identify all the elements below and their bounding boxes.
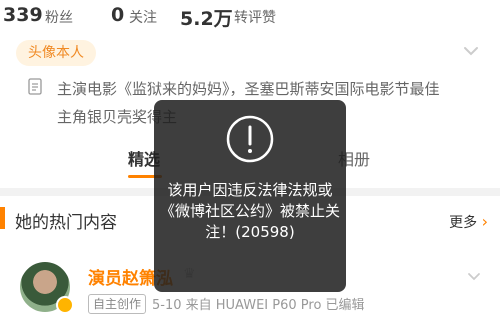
post-meta: 5-10 来自 HUAWEI P60 Pro 已编辑	[152, 298, 365, 313]
more-label: 更多	[449, 215, 478, 231]
error-toast: 该用户因违反法律法规或《微博社区公约》被禁止关注！(20598)	[154, 100, 346, 292]
verified-badge-icon	[56, 296, 74, 314]
engagement-label[interactable]: 转评赞	[234, 7, 276, 27]
section-accent-bar	[0, 207, 5, 229]
chevron-right-icon: ›	[481, 212, 488, 231]
following-count[interactable]: 0	[111, 4, 124, 26]
bio-line-1: 主演电影《监狱来的妈妈》，圣塞巴斯蒂安国际电影节最佳	[57, 80, 440, 98]
followers-label[interactable]: 粉丝	[45, 7, 73, 27]
profile-stats: 339 粉丝 0 关注 5.2万 转评赞	[0, 0, 500, 36]
more-link[interactable]: 更多 ›	[449, 212, 488, 232]
chevron-down-icon[interactable]	[466, 268, 482, 284]
original-content-tag: 自主创作	[88, 294, 147, 314]
error-message: 该用户因违反法律法规或《微博社区公约》被禁止关注！(20598)	[159, 181, 340, 241]
alert-circle-icon	[226, 115, 274, 163]
hot-content-title: 她的热门内容	[15, 213, 117, 233]
engagement-count[interactable]: 5.2万	[180, 4, 233, 31]
avatar-verified-badge[interactable]: 头像本人	[16, 40, 96, 66]
following-label[interactable]: 关注	[129, 7, 157, 27]
document-icon	[28, 78, 42, 95]
chevron-down-icon[interactable]	[460, 40, 482, 62]
followers-count[interactable]: 339	[3, 4, 43, 26]
